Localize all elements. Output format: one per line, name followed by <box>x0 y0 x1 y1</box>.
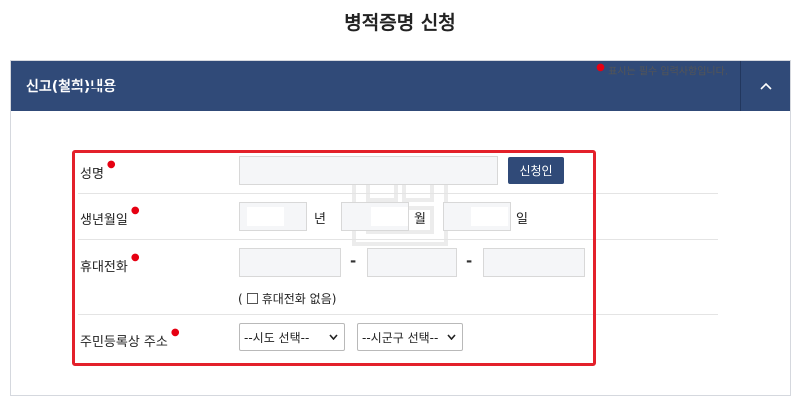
form-top-rule <box>68 86 709 88</box>
page-title: 병적증명 신청 <box>344 12 456 34</box>
highlight-annotation <box>72 150 596 366</box>
chevron-up-icon <box>759 82 772 90</box>
required-note: ● 표시는 필수 입력사항입니다. <box>596 62 728 78</box>
required-dot-icon: ● <box>596 62 605 73</box>
collapse-toggle-button[interactable] <box>740 61 790 111</box>
